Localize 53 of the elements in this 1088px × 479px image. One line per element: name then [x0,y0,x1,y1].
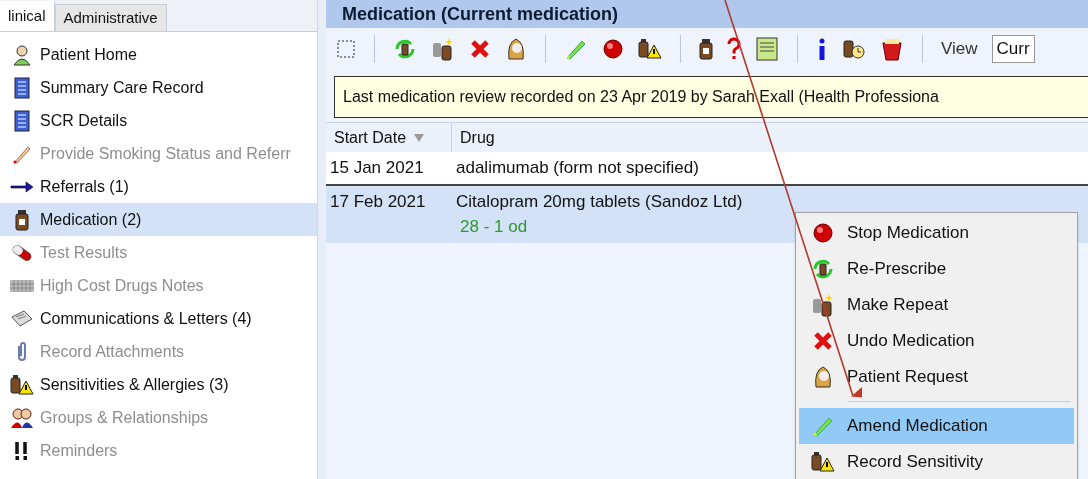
grid-icon [10,278,34,293]
stop-icon [812,222,834,244]
selection-icon[interactable] [336,39,356,59]
menu-item[interactable]: Record Sensitivity [799,444,1074,479]
help-icon[interactable] [727,37,741,61]
box-icon[interactable] [880,37,904,61]
tab[interactable]: Administrative [54,4,167,31]
table-cell-text: adalimumab (form not specified) [456,157,699,179]
column-header[interactable]: Drug [452,123,503,152]
cross-icon [812,330,834,352]
bottle-warning-icon [811,451,835,473]
refresh-bottle-icon [393,37,417,61]
sidebar-item[interactable]: Referrals (1) [0,170,317,203]
sidebar-item[interactable]: Summary Care Record [0,71,317,104]
bottles-icon [431,37,455,61]
sidebar-item[interactable]: Communications & Letters (4) [0,302,317,335]
stop-icon [602,38,624,60]
table-cell-text: Citalopram 20mg tablets (Sandoz Ltd) [456,190,743,213]
exclamation-icon [14,440,30,461]
form-icon[interactable] [755,37,779,61]
menu-item[interactable]: Amend Medication [799,408,1074,444]
refresh-bottle-icon [811,257,835,281]
review-banner: Last medication review recorded on 23 Apr 2019 by Sarah Exall (Health Professiona [334,76,1088,118]
table-cell-text: 15 Jan 2021 [329,157,425,179]
letters-icon [10,308,34,329]
sidebar-item[interactable]: SCR Details [0,104,317,137]
menu-item[interactable]: Re-Prescribe [799,251,1074,287]
menu-item[interactable]: Patient Request [799,359,1074,395]
paperclip-icon [15,340,29,363]
table-cell-text: 17 Feb 2021 [329,190,427,213]
view-dropdown[interactable]: Curr [991,35,1035,63]
menu-item[interactable]: Undo Medication [799,323,1074,359]
table-row[interactable]: 15 Jan 2021 adalimumab (form not specified) [326,152,1088,184]
document-icon [11,76,33,99]
bottle-icon [15,208,29,231]
bottle-icon [699,38,713,60]
bottle-clock-icon[interactable] [842,37,866,61]
sort-icon [414,133,425,142]
bottles-icon [811,293,835,317]
view-label: View [941,38,978,61]
arrow-icon [10,179,34,194]
sidebar-item[interactable]: Sensitivities & Allergies (3) [0,368,317,401]
people-icon [10,406,34,429]
bottle-warning-icon [10,373,34,396]
tab[interactable]: linical [0,1,55,31]
bottle-warning-icon [638,38,662,60]
sidebar-item[interactable]: Patient Home [0,38,317,71]
dosage-text: 28 - 1 od [459,216,529,238]
cross-icon [469,38,491,60]
document-icon [11,109,33,132]
panel-title: Medication (Current medication) [342,2,619,26]
sidebar-item[interactable]: Medication (2) [0,203,317,236]
menu-item[interactable]: Make Repeat [799,287,1074,323]
